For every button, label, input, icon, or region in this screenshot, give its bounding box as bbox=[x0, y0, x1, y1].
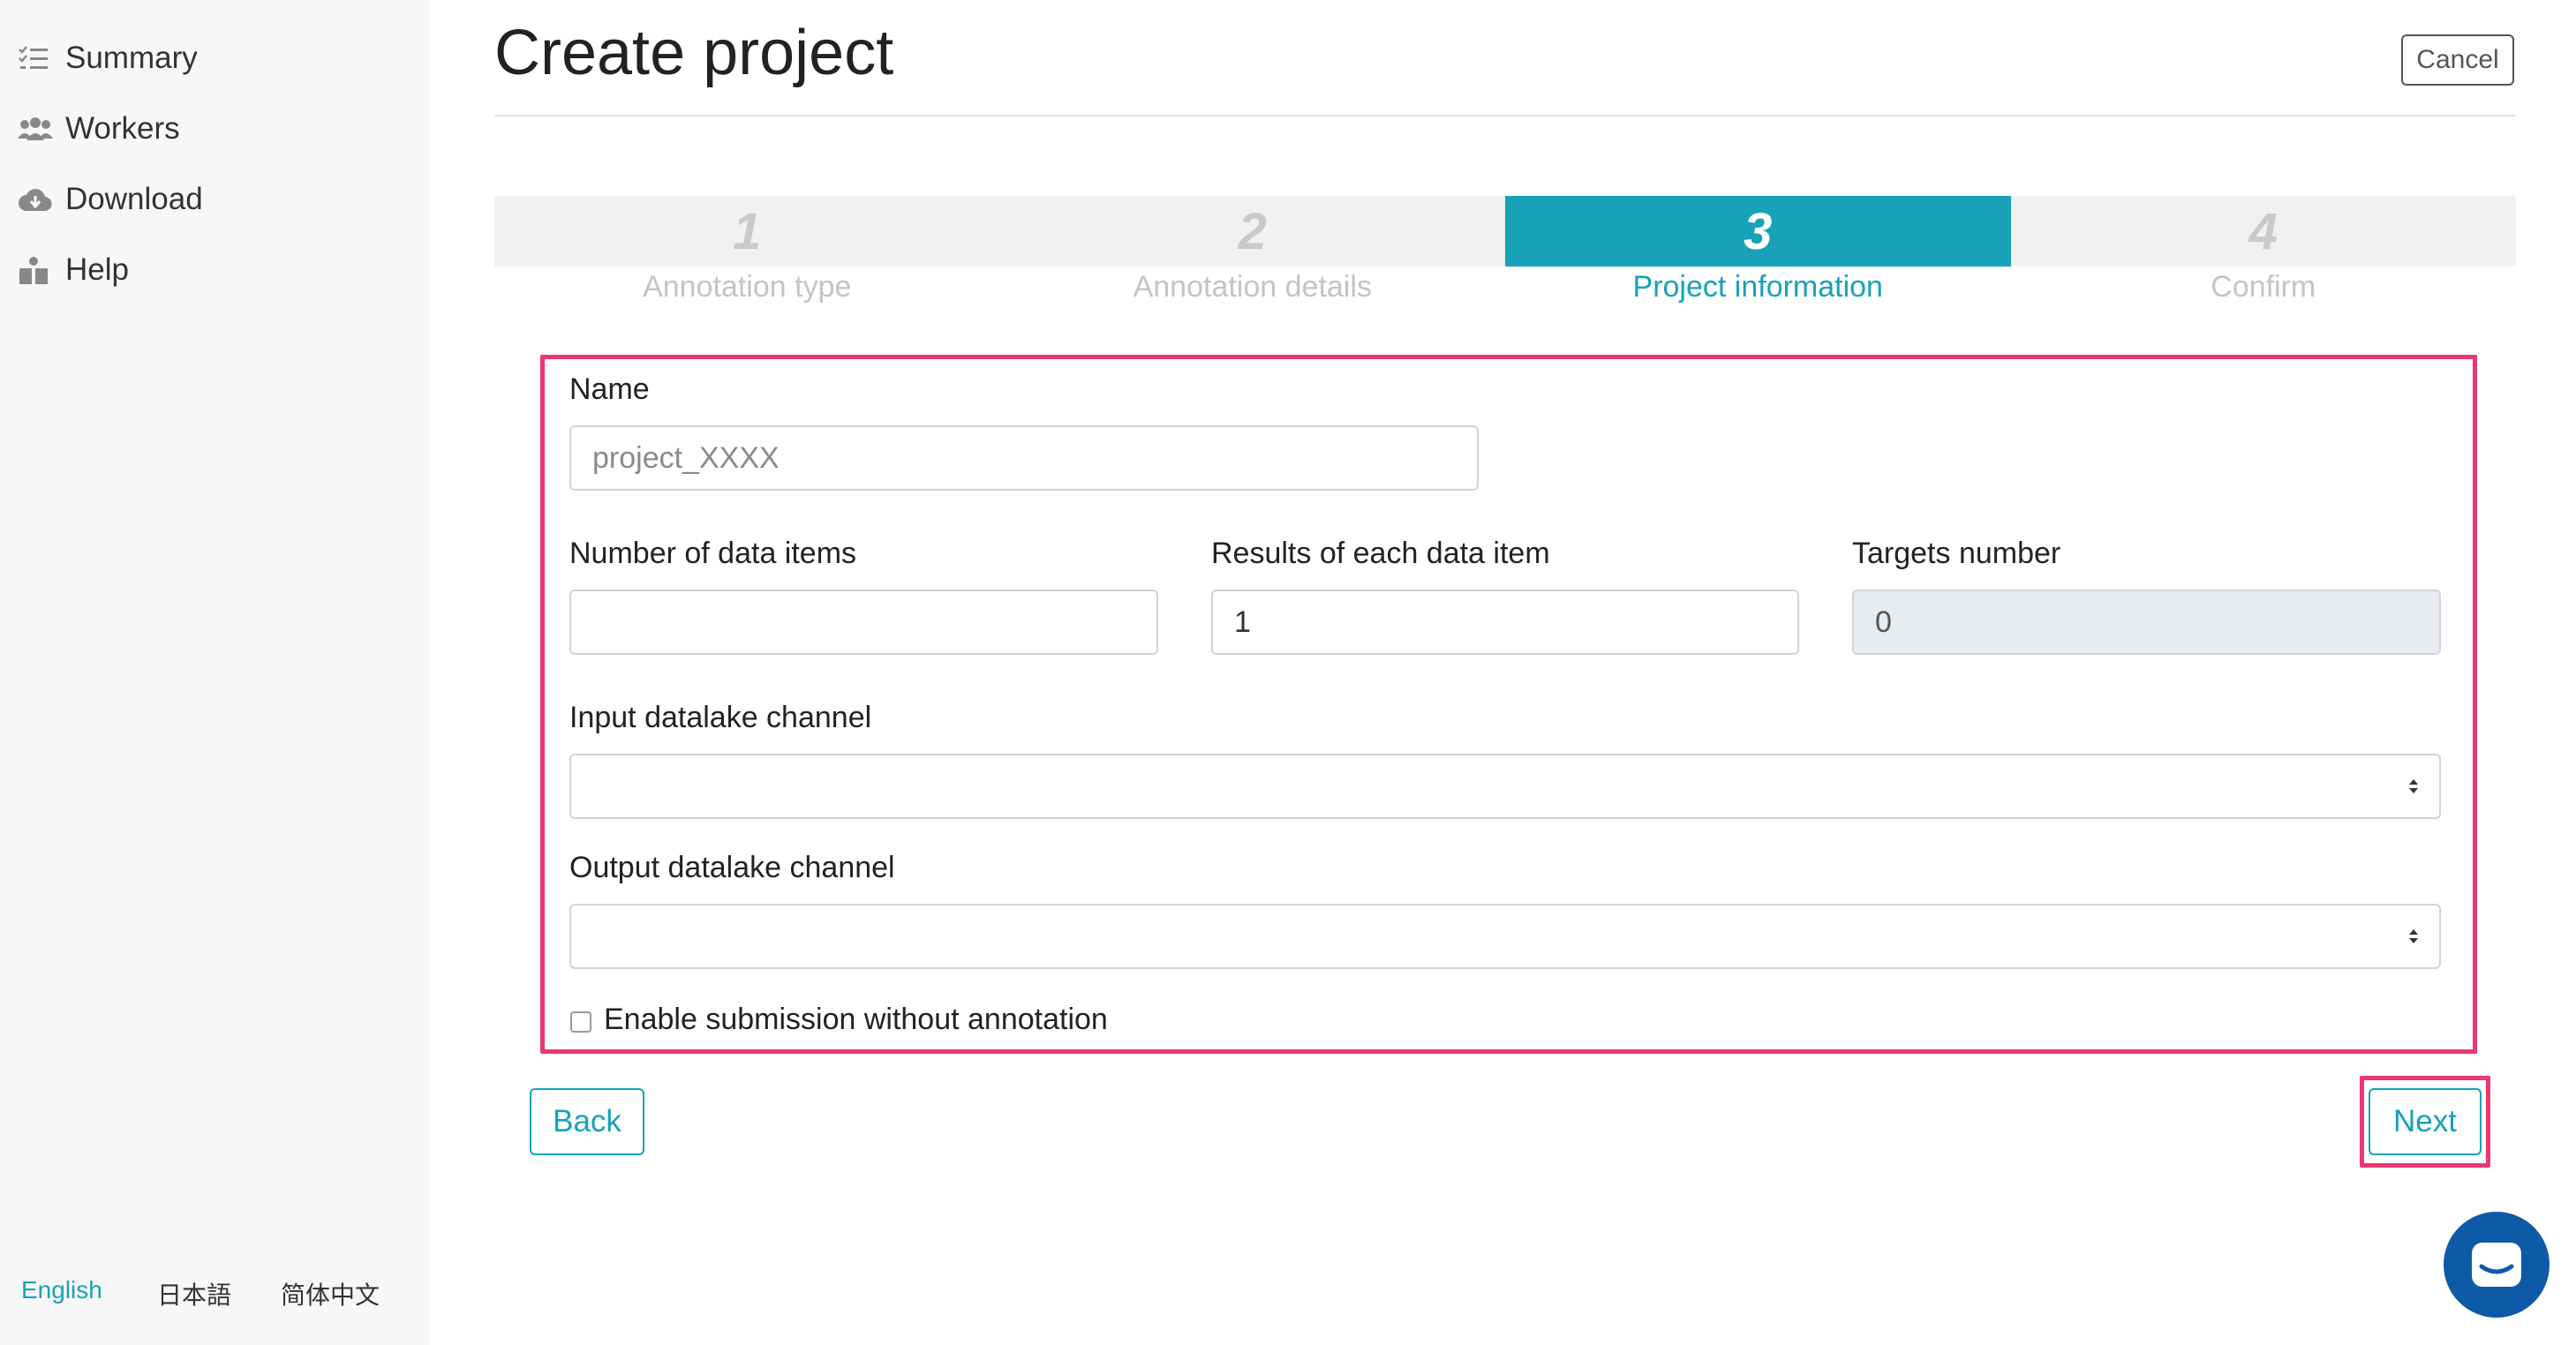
input-channel-label: Input datalake channel bbox=[569, 701, 872, 734]
progress-stepper: 1 Annotation type 2 Annotation details 3… bbox=[494, 196, 2516, 311]
users-icon bbox=[18, 111, 55, 147]
step-caption: Project information bbox=[1632, 270, 1883, 304]
back-button[interactable]: Back bbox=[530, 1088, 644, 1155]
cancel-button[interactable]: Cancel bbox=[2401, 34, 2514, 86]
chat-launcher-button[interactable] bbox=[2444, 1212, 2550, 1318]
chat-icon bbox=[2472, 1243, 2521, 1287]
step-number: 2 bbox=[1238, 202, 1267, 260]
name-label: Name bbox=[569, 372, 650, 406]
step-bar: 2 bbox=[999, 196, 1505, 267]
sidebar-item-label: Download bbox=[65, 182, 203, 216]
data-items-input[interactable] bbox=[569, 590, 1158, 655]
targets-number-input: 0 bbox=[1852, 590, 2441, 655]
language-japanese[interactable]: 日本語 bbox=[157, 1276, 231, 1311]
sidebar-item-label: Help bbox=[65, 252, 129, 287]
language-english[interactable]: English bbox=[21, 1276, 102, 1304]
enable-submission-label: Enable submission without annotation bbox=[604, 1003, 1108, 1036]
step-caption: Confirm bbox=[2211, 270, 2316, 304]
output-channel-select[interactable] bbox=[569, 904, 2441, 969]
select-arrows-icon bbox=[2409, 929, 2418, 943]
step-number: 3 bbox=[1744, 202, 1773, 260]
select-arrows-icon bbox=[2409, 779, 2418, 793]
name-input[interactable]: project_XXXX bbox=[569, 425, 1479, 491]
header-divider bbox=[494, 115, 2516, 116]
step-project-information: 3 Project information bbox=[1505, 196, 2011, 311]
data-items-label: Number of data items bbox=[569, 537, 857, 570]
step-bar: 1 bbox=[494, 196, 1000, 267]
results-each-label: Results of each data item bbox=[1211, 537, 1550, 570]
sidebar: Summary Workers Download Help English 日本… bbox=[0, 0, 430, 1345]
step-number: 1 bbox=[733, 202, 762, 260]
sidebar-item-label: Workers bbox=[65, 111, 180, 146]
results-each-input[interactable]: 1 bbox=[1211, 590, 1799, 655]
step-annotation-type: 1 Annotation type bbox=[494, 196, 1000, 311]
sidebar-item-help[interactable]: Help bbox=[18, 244, 129, 297]
sidebar-item-workers[interactable]: Workers bbox=[18, 102, 180, 155]
sidebar-item-summary[interactable]: Summary bbox=[18, 32, 198, 85]
next-button[interactable]: Next bbox=[2369, 1088, 2482, 1155]
enable-submission-checkbox[interactable] bbox=[570, 1011, 591, 1033]
step-caption: Annotation details bbox=[1133, 270, 1372, 304]
input-channel-select[interactable] bbox=[569, 754, 2441, 819]
step-confirm: 4 Confirm bbox=[2010, 196, 2516, 311]
list-check-icon bbox=[18, 41, 55, 76]
step-bar: 3 bbox=[1505, 196, 2011, 267]
output-channel-label: Output datalake channel bbox=[569, 851, 895, 884]
step-caption: Annotation type bbox=[643, 270, 852, 304]
sidebar-item-download[interactable]: Download bbox=[18, 173, 203, 226]
cloud-download-icon bbox=[18, 182, 55, 217]
step-number: 4 bbox=[2248, 202, 2278, 260]
sidebar-item-label: Summary bbox=[65, 41, 198, 75]
help-person-icon bbox=[18, 252, 55, 288]
step-bar: 4 bbox=[2010, 196, 2516, 267]
step-annotation-details: 2 Annotation details bbox=[999, 196, 1505, 311]
targets-number-label: Targets number bbox=[1852, 537, 2061, 570]
language-chinese[interactable]: 简体中文 bbox=[281, 1276, 380, 1311]
page-title: Create project bbox=[494, 18, 894, 88]
